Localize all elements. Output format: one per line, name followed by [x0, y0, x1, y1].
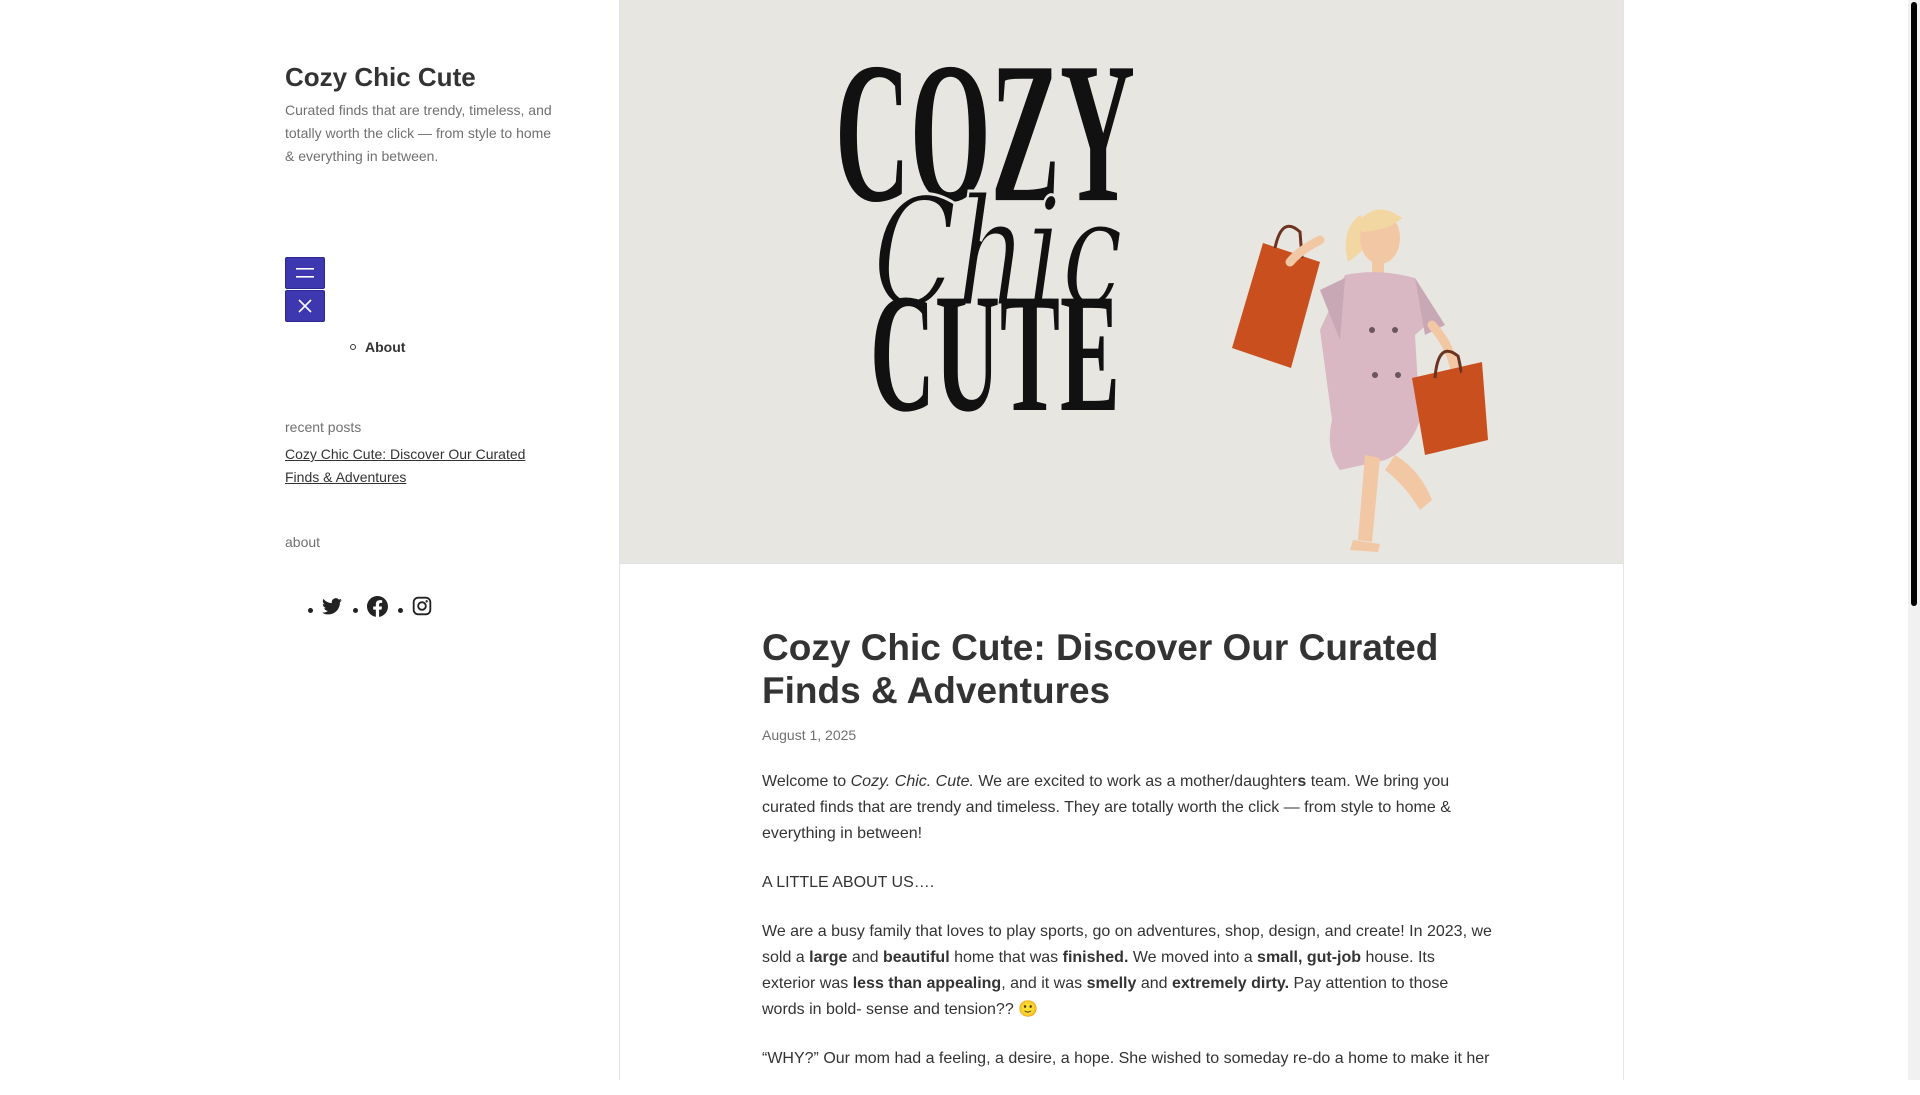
- featured-image: COZY Chic CUTE: [620, 0, 1623, 564]
- list-bullet: [308, 608, 313, 613]
- close-icon: [298, 299, 312, 313]
- social-links: [308, 595, 443, 617]
- main-content: COZY Chic CUTE Cozy Chic Cute: Discover …: [619, 0, 1624, 1080]
- recent-post-link[interactable]: Cozy Chic Cute: Discover Our Curated Fin…: [285, 443, 555, 489]
- twitter-icon[interactable]: [321, 595, 343, 617]
- site-description: Curated finds that are trendy, timeless,…: [285, 102, 552, 164]
- post-body: Welcome to Cozy. Chic. Cute. We are exci…: [762, 769, 1492, 1095]
- site-title[interactable]: Cozy Chic Cute: [285, 62, 476, 93]
- list-bullet: [398, 608, 403, 613]
- instagram-icon[interactable]: [411, 595, 433, 617]
- sidebar: Cozy Chic Cute Curated finds that are tr…: [0, 0, 619, 1080]
- about-widget-title: about: [285, 534, 321, 550]
- post-paragraph: We are a busy family that loves to play …: [762, 923, 1492, 1018]
- post-date[interactable]: August 1, 2025: [762, 727, 856, 743]
- nav-bullet: [350, 344, 356, 350]
- logo-line-cute: CUTE: [870, 259, 1120, 447]
- post-paragraph: Welcome to Cozy. Chic. Cute. We are exci…: [762, 773, 1451, 842]
- nav-item-label[interactable]: About: [365, 339, 405, 355]
- menu-close-button[interactable]: [285, 290, 325, 322]
- nav-item-about[interactable]: About: [350, 339, 405, 355]
- post-paragraph: “WHY?” Our mom had a feeling, a desire, …: [762, 1050, 1490, 1067]
- post-paragraph: A LITTLE ABOUT US….: [762, 874, 935, 891]
- primary-nav: About: [350, 339, 405, 355]
- recent-posts-title: recent posts: [285, 419, 362, 435]
- facebook-icon[interactable]: [366, 595, 388, 617]
- hamburger-icon: [296, 268, 314, 278]
- page-scrollbar[interactable]: [1908, 0, 1920, 1080]
- scrollbar-thumb[interactable]: [1911, 2, 1917, 606]
- post-title[interactable]: Cozy Chic Cute: Discover Our Curated Fin…: [762, 626, 1502, 712]
- list-bullet: [353, 608, 358, 613]
- menu-open-button[interactable]: [285, 257, 325, 289]
